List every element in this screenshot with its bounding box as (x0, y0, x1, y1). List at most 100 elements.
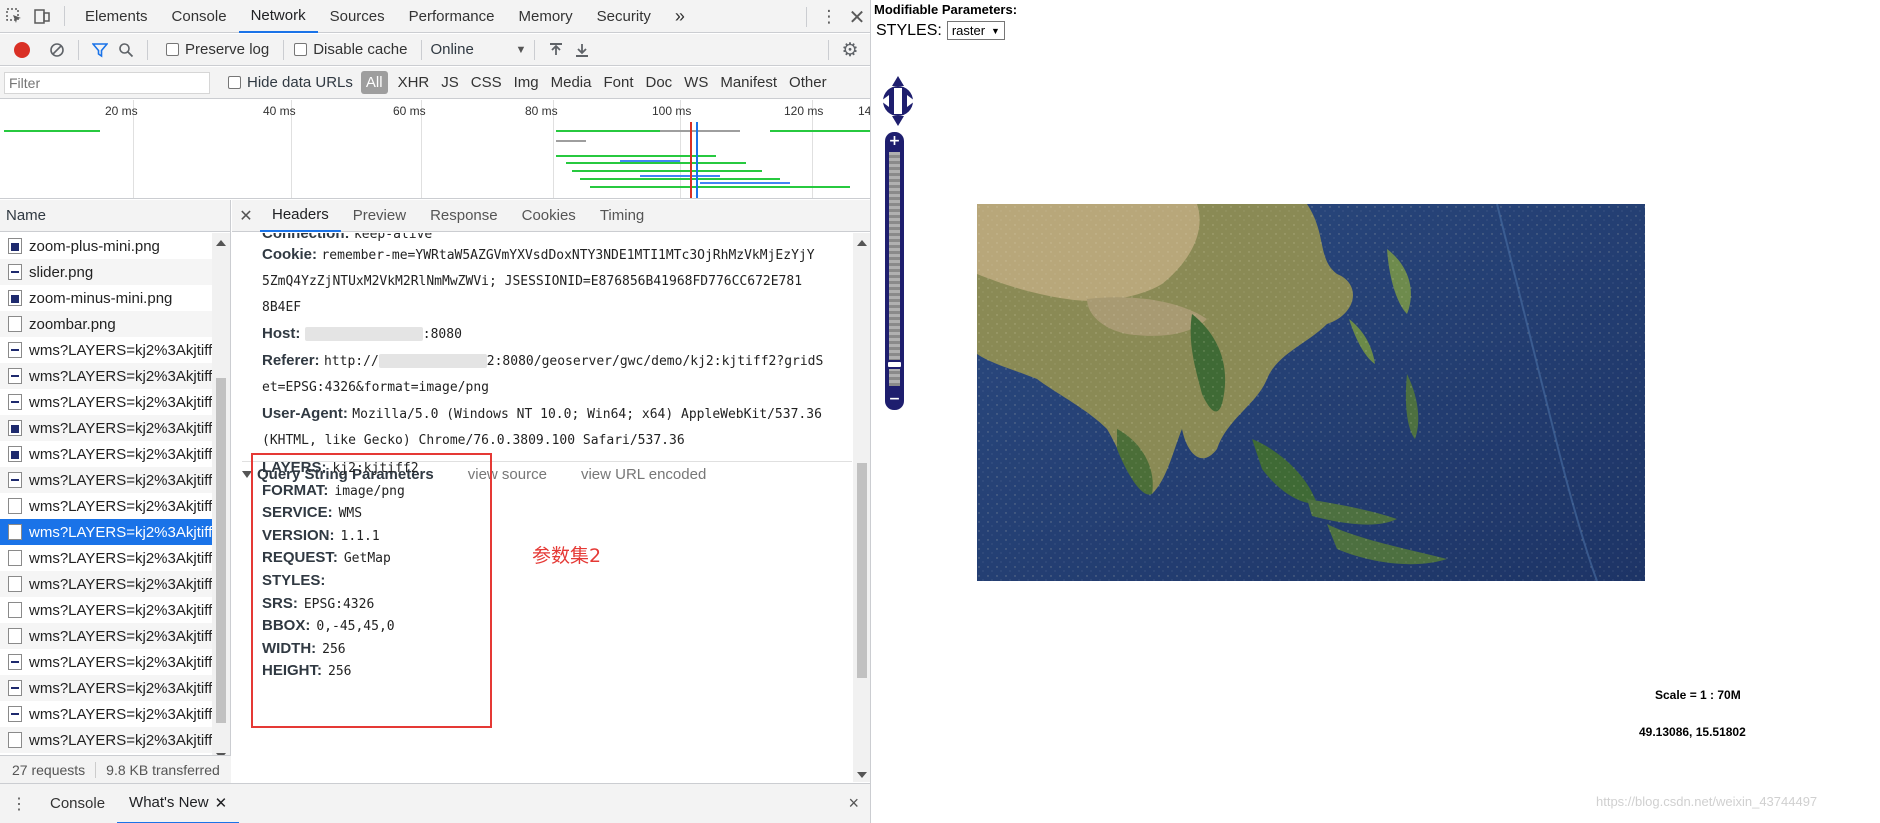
request-row[interactable]: wms?LAYERS=kj2%3Akjtiff2 (0, 649, 212, 675)
type-filter-js[interactable]: JS (435, 74, 465, 91)
close-details-icon[interactable]: ✕ (232, 206, 260, 226)
overview-request-bar (640, 175, 720, 177)
request-row[interactable]: wms?LAYERS=kj2%3Akjtiff2 (0, 519, 212, 545)
detail-tab-timing[interactable]: Timing (588, 200, 656, 232)
file-icon (8, 654, 22, 670)
type-filter-xhr[interactable]: XHR (392, 74, 436, 91)
request-row[interactable]: slider.png (0, 259, 212, 285)
request-row[interactable]: wms?LAYERS=kj2%3Akjtiff2 (0, 623, 212, 649)
tab-elements[interactable]: Elements (73, 0, 160, 33)
close-tab-icon[interactable]: ✕ (215, 794, 228, 812)
header-key: Host: (262, 325, 301, 342)
gear-icon[interactable]: ⚙ (837, 39, 863, 62)
scroll-up-arrow-icon[interactable] (857, 240, 867, 246)
toolbar2-right: ⚙ (820, 34, 870, 66)
detail-tab-preview[interactable]: Preview (341, 200, 418, 232)
type-filter-doc[interactable]: Doc (639, 74, 678, 91)
request-row[interactable]: wms?LAYERS=kj2%3Akjtiff2 (0, 675, 212, 701)
type-filter-css[interactable]: CSS (465, 74, 508, 91)
toolbar-divider (64, 6, 65, 26)
header-value: remember-me=YWRtaW5AZGVmYXVsdDoxNTY3NDE1… (321, 248, 815, 263)
request-row[interactable]: zoom-minus-mini.png (0, 285, 212, 311)
detail-tab-response[interactable]: Response (418, 200, 510, 232)
drawer-tab-whats-new[interactable]: What's New ✕ (117, 784, 240, 823)
type-filter-media[interactable]: Media (545, 74, 598, 91)
request-row[interactable]: wms?LAYERS=kj2%3Akjtiff2 (0, 467, 212, 493)
zoom-slider-handle[interactable] (886, 360, 903, 369)
tab-security[interactable]: Security (585, 0, 663, 33)
tab-memory[interactable]: Memory (507, 0, 585, 33)
request-name: slider.png (29, 263, 94, 281)
drawer-menu-icon[interactable]: ⋮ (0, 794, 38, 814)
tab-network[interactable]: Network (238, 0, 318, 33)
scroll-down-arrow-icon[interactable] (857, 772, 867, 778)
drawer-tab-console[interactable]: Console (38, 784, 117, 823)
request-row[interactable]: wms?LAYERS=kj2%3Akjtiff2 (0, 493, 212, 519)
tab-sources[interactable]: Sources (318, 0, 397, 33)
throttle-select[interactable]: Online ▼ (430, 41, 526, 58)
scrollbar-thumb[interactable] (216, 378, 226, 723)
request-row[interactable]: wms?LAYERS=kj2%3Akjtiff2 (0, 441, 212, 467)
kebab-menu-icon[interactable]: ⋮ (815, 0, 843, 33)
overview-tick-label: 80 ms (525, 104, 558, 118)
tab-console[interactable]: Console (160, 0, 239, 33)
network-overview[interactable]: 20 ms 40 ms 60 ms 80 ms 100 ms 120 ms 14 (0, 100, 870, 199)
scroll-up-arrow-icon[interactable] (216, 240, 226, 246)
import-har-icon[interactable] (543, 42, 569, 58)
disable-cache-checkbox[interactable] (294, 43, 308, 56)
type-filter-img[interactable]: Img (508, 74, 545, 91)
detail-tab-cookies[interactable]: Cookies (510, 200, 588, 232)
overview-tick-label: 120 ms (784, 104, 824, 118)
device-toolbar-icon[interactable] (28, 0, 56, 33)
preserve-log-checkbox[interactable] (166, 43, 179, 56)
export-har-icon[interactable] (569, 42, 595, 58)
request-row[interactable]: wms?LAYERS=kj2%3Akjtiff2 (0, 389, 212, 415)
type-filter-other[interactable]: Other (783, 74, 833, 91)
detail-tab-headers[interactable]: Headers (260, 200, 341, 232)
filter-icon[interactable] (87, 42, 113, 58)
search-icon[interactable] (113, 42, 139, 58)
styles-select[interactable]: raster ▼ (946, 21, 1005, 40)
zoom-out-button[interactable]: − (887, 392, 902, 407)
zoom-slider-track[interactable] (889, 152, 900, 386)
filter-input[interactable] (4, 71, 210, 94)
page-title: Modifiable Parameters: (874, 2, 1018, 17)
details-scrollbar[interactable] (853, 233, 870, 782)
view-url-encoded-link[interactable]: view URL encoded (581, 466, 706, 483)
map-imagery[interactable] (977, 204, 1645, 581)
tab-performance[interactable]: Performance (397, 0, 507, 33)
name-column-header[interactable]: Name (0, 200, 230, 232)
zoom-bar[interactable]: + − (885, 132, 904, 410)
request-row[interactable]: wms?LAYERS=kj2%3Akjtiff2 (0, 337, 212, 363)
request-row[interactable]: wms?LAYERS=kj2%3Akjtiff2 (0, 363, 212, 389)
file-icon (8, 602, 22, 618)
request-name: wms?LAYERS=kj2%3Akjtiff2 (29, 445, 212, 463)
record-button[interactable] (14, 41, 30, 58)
toolbar-divider (78, 39, 79, 60)
zoom-in-button[interactable]: + (887, 134, 902, 149)
type-filter-all[interactable]: All (360, 71, 388, 94)
scrollbar-thumb[interactable] (857, 463, 867, 678)
request-list-scrollbar[interactable] (212, 233, 230, 763)
type-filter-manifest[interactable]: Manifest (714, 74, 783, 91)
close-devtools-icon[interactable]: ✕ (843, 0, 870, 33)
request-name: wms?LAYERS=kj2%3Akjtiff2 (29, 341, 212, 359)
request-row[interactable]: zoom-plus-mini.png (0, 233, 212, 259)
request-row[interactable]: wms?LAYERS=kj2%3Akjtiff2 (0, 571, 212, 597)
close-drawer-icon[interactable]: × (848, 793, 859, 814)
pan-control[interactable] (880, 74, 916, 128)
type-filter-font[interactable]: Font (597, 74, 639, 91)
hide-data-urls-checkbox[interactable] (228, 76, 241, 89)
request-row[interactable]: wms?LAYERS=kj2%3Akjtiff2 (0, 415, 212, 441)
request-row[interactable]: wms?LAYERS=kj2%3Akjtiff2 (0, 597, 212, 623)
request-row[interactable]: wms?LAYERS=kj2%3Akjtiff2 (0, 727, 212, 753)
inspect-element-icon[interactable] (0, 0, 28, 33)
type-filter-ws[interactable]: WS (678, 74, 714, 91)
more-tabs-button[interactable]: » (663, 0, 697, 33)
request-row[interactable]: wms?LAYERS=kj2%3Akjtiff2 (0, 701, 212, 727)
request-row[interactable]: wms?LAYERS=kj2%3Akjtiff2 (0, 545, 212, 571)
header-key: Referer: (262, 352, 320, 369)
highlight-box (251, 453, 492, 728)
clear-icon[interactable] (44, 42, 70, 58)
request-row[interactable]: zoombar.png (0, 311, 212, 337)
